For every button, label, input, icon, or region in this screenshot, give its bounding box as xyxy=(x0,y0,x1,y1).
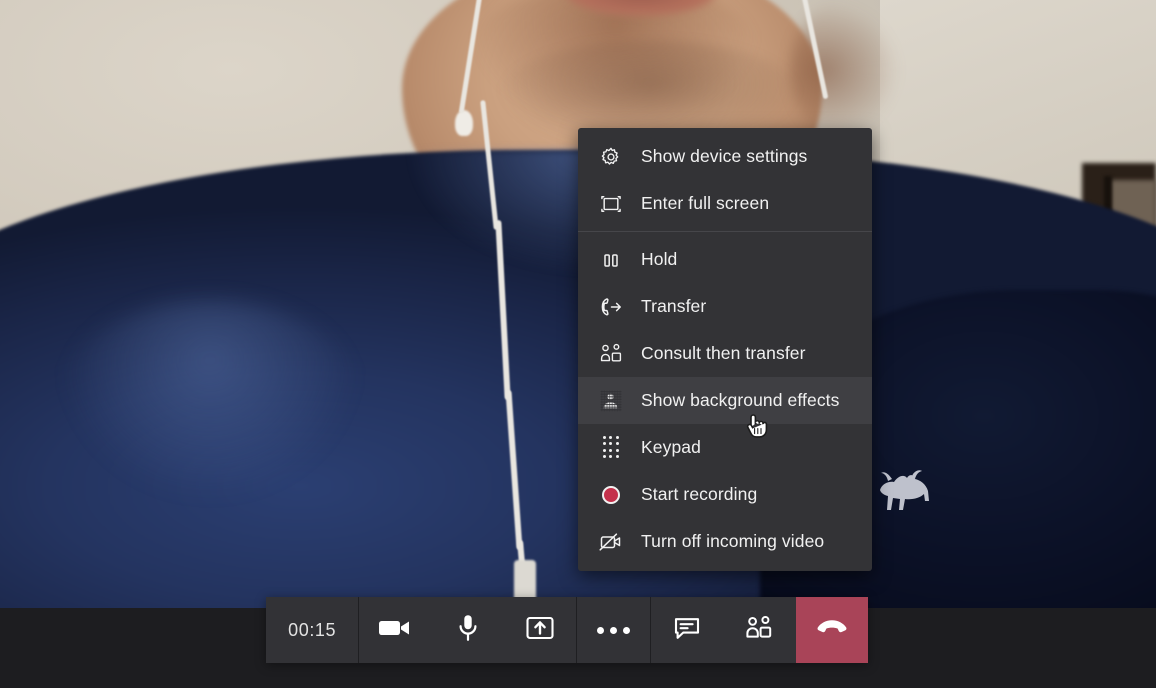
more-actions-menu: Show device settings Enter full screen H… xyxy=(578,128,872,571)
participants-button[interactable] xyxy=(723,597,795,663)
call-timer: 00:15 xyxy=(288,619,337,640)
menu-item-keypad[interactable]: Keypad xyxy=(578,424,872,471)
menu-item-start-recording[interactable]: Start recording xyxy=(578,471,872,518)
hangup-button[interactable] xyxy=(795,597,869,663)
menu-separator xyxy=(578,231,872,232)
pointing-hand-cursor xyxy=(746,414,768,438)
hangup-phone-icon xyxy=(815,618,849,643)
gear-icon xyxy=(598,145,624,169)
microphone-icon xyxy=(456,613,480,648)
menu-item-turn-off-incoming-video[interactable]: Turn off incoming video xyxy=(578,518,872,565)
chat-button[interactable] xyxy=(651,597,723,663)
share-screen-icon xyxy=(525,615,555,646)
pause-icon xyxy=(598,248,624,272)
camera-button[interactable] xyxy=(359,597,431,663)
moose-logo xyxy=(880,470,929,510)
fullscreen-icon xyxy=(598,192,624,216)
earbud xyxy=(455,110,473,136)
menu-item-enter-full-screen[interactable]: Enter full screen xyxy=(578,180,872,227)
call-control-toolbar: 00:15 xyxy=(266,597,869,663)
menu-item-show-device-settings[interactable]: Show device settings xyxy=(578,133,872,180)
menu-item-label: Show device settings xyxy=(641,146,808,166)
menu-item-show-background-effects[interactable]: Show background effects xyxy=(578,377,872,424)
more-ellipsis-icon xyxy=(597,626,631,634)
people-icon xyxy=(745,615,773,646)
more-actions-button[interactable] xyxy=(577,597,649,663)
menu-item-label: Consult then transfer xyxy=(641,343,806,363)
menu-item-label: Hold xyxy=(641,249,678,269)
shoulder-highlight xyxy=(60,300,360,500)
screen: Show device settings Enter full screen H… xyxy=(0,0,1156,688)
menu-item-transfer[interactable]: Transfer xyxy=(578,283,872,330)
video-off-icon xyxy=(598,530,624,554)
menu-item-label: Start recording xyxy=(641,484,758,504)
menu-item-hold[interactable]: Hold xyxy=(578,236,872,283)
share-screen-button[interactable] xyxy=(504,597,576,663)
menu-item-label: Enter full screen xyxy=(641,193,770,213)
record-icon xyxy=(598,483,624,507)
background-effects-icon xyxy=(598,389,624,413)
menu-item-label: Transfer xyxy=(641,296,707,316)
menu-item-label: Show background effects xyxy=(641,390,840,410)
keypad-icon xyxy=(598,435,624,460)
video-camera-icon xyxy=(377,616,413,645)
menu-item-consult-then-transfer[interactable]: Consult then transfer xyxy=(578,330,872,377)
call-transfer-icon xyxy=(598,295,624,319)
chat-bubble-icon xyxy=(673,615,701,646)
microphone-button[interactable] xyxy=(432,597,504,663)
menu-item-label: Turn off incoming video xyxy=(641,531,825,551)
menu-item-label: Keypad xyxy=(641,437,701,457)
people-transfer-icon xyxy=(598,342,624,366)
